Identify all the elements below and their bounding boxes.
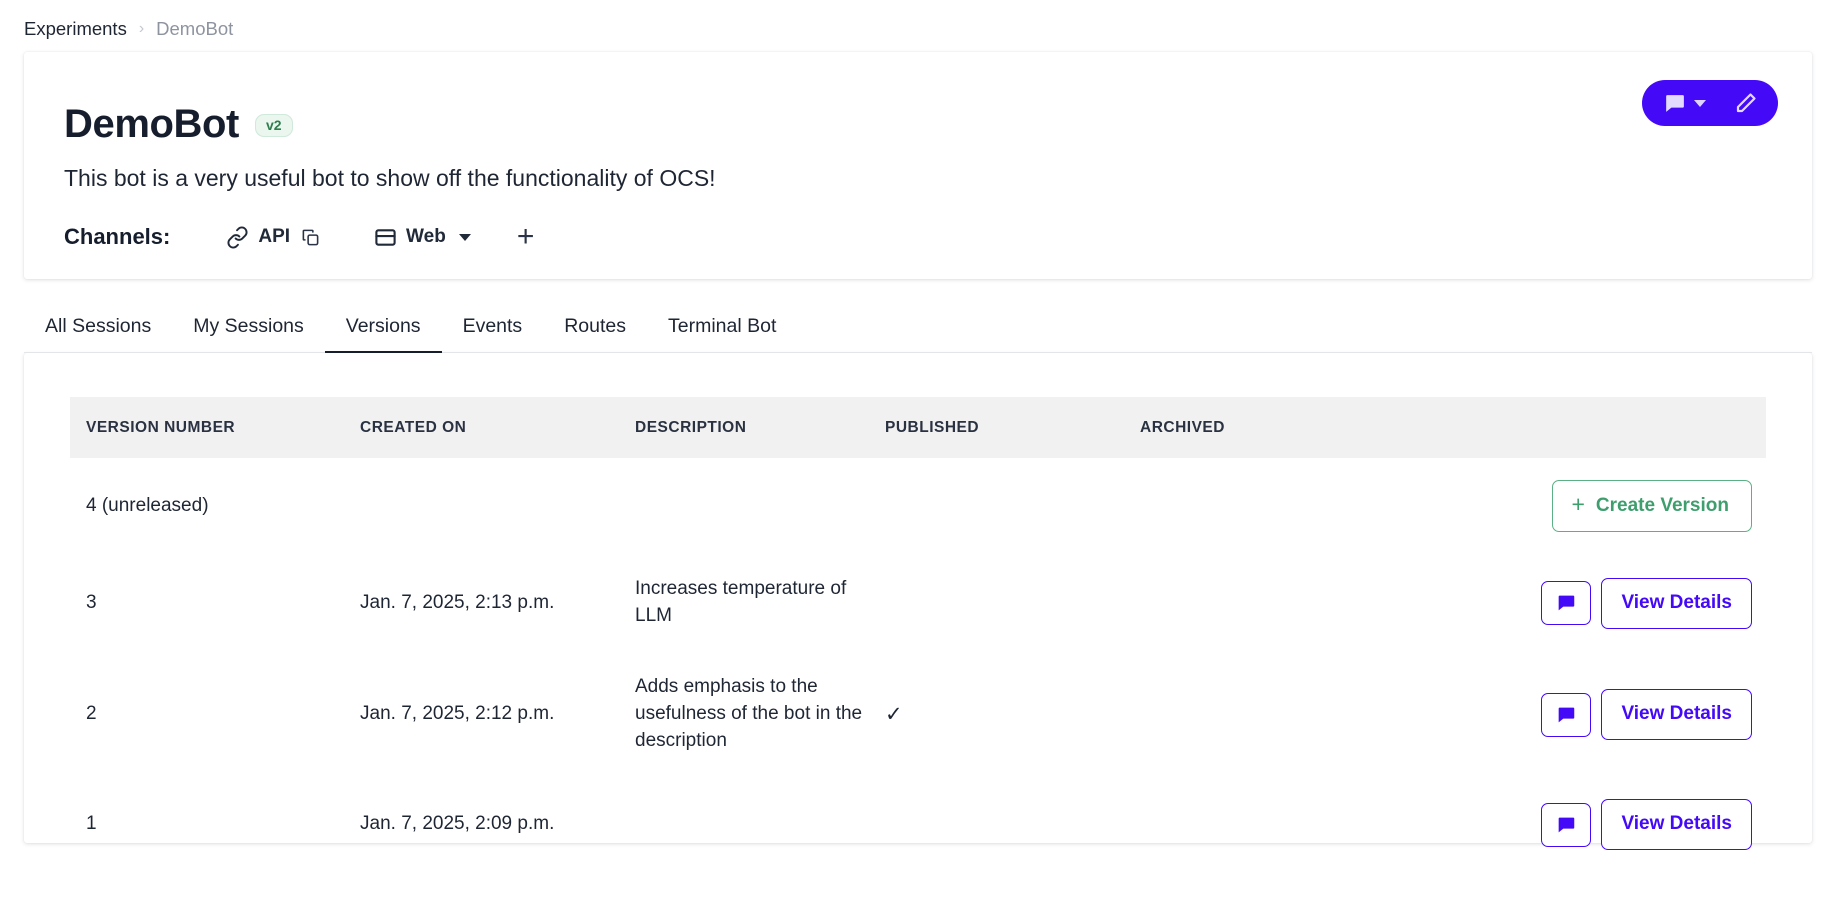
- channel-web[interactable]: Web: [374, 226, 471, 249]
- cell-published: [885, 777, 1140, 872]
- cell-created-on: [360, 458, 635, 555]
- table-row: 2 Jan. 7, 2025, 2:12 p.m. Adds emphasis …: [70, 652, 1766, 777]
- chat-dropdown-button[interactable]: [1648, 80, 1720, 126]
- chat-button[interactable]: [1541, 581, 1592, 626]
- chat-button[interactable]: [1541, 692, 1592, 737]
- version-badge: v2: [254, 113, 293, 138]
- channel-web-label: Web: [406, 226, 446, 247]
- table-row: 3 Jan. 7, 2025, 2:13 p.m. Increases temp…: [70, 554, 1766, 652]
- create-version-button[interactable]: + Create Version: [1552, 479, 1752, 533]
- page-title: DemoBot: [64, 102, 239, 146]
- tab-routes[interactable]: Routes: [543, 305, 647, 353]
- chat-bubble-icon: [1555, 814, 1577, 836]
- table-row: 1 Jan. 7, 2025, 2:09 p.m. View Details: [70, 777, 1766, 872]
- breadcrumb-experiments-link[interactable]: Experiments: [24, 18, 127, 40]
- column-header-version-number: VERSION NUMBER: [70, 396, 360, 458]
- tab-events[interactable]: Events: [442, 305, 544, 353]
- table-row: 4 (unreleased) + Create Version: [70, 458, 1766, 555]
- pencil-icon: [1734, 91, 1758, 115]
- page-root: Experiments › DemoBot DemoBot v2 This bo…: [0, 0, 1836, 902]
- cell-actions: + Create Version: [1395, 458, 1766, 555]
- tabs-bar: All Sessions My Sessions Versions Events…: [24, 305, 1812, 353]
- cell-archived: [1140, 777, 1395, 872]
- tab-terminal-bot[interactable]: Terminal Bot: [647, 305, 797, 353]
- table-header-row: VERSION NUMBER CREATED ON DESCRIPTION PU…: [70, 396, 1766, 458]
- cell-published: [885, 458, 1140, 555]
- cell-description: [635, 777, 885, 872]
- link-icon: [226, 226, 249, 249]
- column-header-published: PUBLISHED: [885, 396, 1140, 458]
- add-channel-button[interactable]: +: [517, 222, 535, 252]
- view-details-button[interactable]: View Details: [1601, 689, 1752, 741]
- cell-archived: [1140, 554, 1395, 652]
- versions-table-card: VERSION NUMBER CREATED ON DESCRIPTION PU…: [24, 352, 1812, 851]
- cell-description: Increases temperature of LLM: [635, 578, 847, 627]
- chevron-down-icon: [1694, 99, 1706, 107]
- chat-button[interactable]: [1541, 802, 1592, 847]
- title-row: DemoBot v2: [64, 102, 1778, 147]
- cell-published: [885, 554, 1140, 652]
- plus-icon: +: [1571, 491, 1585, 518]
- cell-version-number: 2: [86, 703, 97, 725]
- chat-bubble-icon: [1555, 704, 1577, 726]
- cell-archived: [1140, 652, 1395, 777]
- column-header-actions: [1395, 396, 1766, 458]
- create-version-label: Create Version: [1595, 494, 1729, 516]
- cell-created-on: Jan. 7, 2025, 2:12 p.m.: [360, 703, 555, 725]
- tab-all-sessions[interactable]: All Sessions: [24, 305, 172, 353]
- cell-actions: View Details: [1395, 554, 1766, 652]
- tab-versions[interactable]: Versions: [324, 305, 442, 353]
- chevron-down-icon[interactable]: [458, 233, 471, 241]
- header-actions-pill: [1642, 80, 1778, 126]
- versions-table: VERSION NUMBER CREATED ON DESCRIPTION PU…: [70, 396, 1766, 873]
- copy-icon[interactable]: [301, 228, 320, 247]
- table-head: VERSION NUMBER CREATED ON DESCRIPTION PU…: [70, 396, 1766, 458]
- view-details-button[interactable]: View Details: [1601, 577, 1752, 629]
- view-details-button[interactable]: View Details: [1601, 799, 1752, 851]
- table-body: 4 (unreleased) + Create Version 3 Jan. 7…: [70, 458, 1766, 873]
- chat-bubble-icon: [1662, 91, 1687, 116]
- cell-archived: [1140, 458, 1395, 555]
- cell-version-number: 4 (unreleased): [86, 494, 209, 516]
- column-header-created-on: CREATED ON: [360, 396, 635, 458]
- channel-api-label: API: [258, 226, 291, 247]
- breadcrumb: Experiments › DemoBot: [0, 0, 1836, 52]
- cell-actions: View Details: [1395, 652, 1766, 777]
- chat-bubble-icon: [1555, 592, 1577, 614]
- breadcrumb-separator-icon: ›: [138, 20, 145, 37]
- channels-row: Channels: API Web +: [64, 222, 1778, 252]
- channel-api[interactable]: API: [226, 226, 320, 249]
- cell-created-on: Jan. 7, 2025, 2:13 p.m.: [360, 591, 555, 613]
- breadcrumb-current: DemoBot: [156, 18, 234, 39]
- cell-description: Adds emphasis to the usefulness of the b…: [635, 676, 863, 752]
- cell-version-number: 1: [86, 813, 97, 835]
- channels-label: Channels:: [64, 224, 171, 249]
- cell-published: ✓: [885, 702, 903, 726]
- edit-bot-button[interactable]: [1720, 80, 1772, 126]
- column-header-description: DESCRIPTION: [635, 396, 885, 458]
- column-header-archived: ARCHIVED: [1140, 396, 1395, 458]
- cell-created-on: Jan. 7, 2025, 2:09 p.m.: [360, 813, 555, 835]
- bot-header-card: DemoBot v2 This bot is a very useful bot…: [24, 52, 1812, 279]
- tab-my-sessions[interactable]: My Sessions: [172, 305, 325, 353]
- browser-window-icon: [374, 226, 397, 249]
- bot-description: This bot is a very useful bot to show of…: [64, 165, 716, 191]
- cell-description: [635, 458, 885, 555]
- cell-actions: View Details: [1395, 777, 1766, 872]
- cell-version-number: 3: [86, 591, 97, 613]
